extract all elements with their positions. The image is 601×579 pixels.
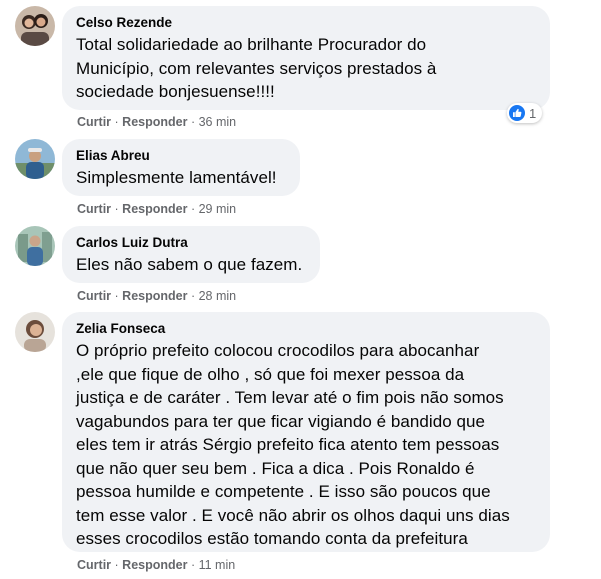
separator: · bbox=[190, 202, 196, 216]
separator: · bbox=[114, 115, 119, 129]
comment-author[interactable]: Celso Rezende bbox=[76, 14, 536, 31]
comment-bubble: Elias Abreu Simplesmente lamentável! bbox=[62, 139, 300, 196]
comment-bubble: Celso Rezende Total solidariedade ao bri… bbox=[62, 6, 550, 110]
like-button[interactable]: Curtir bbox=[77, 558, 111, 572]
timestamp[interactable]: 29 min bbox=[199, 202, 237, 216]
comment-author[interactable]: Zelia Fonseca bbox=[76, 320, 536, 337]
separator: · bbox=[190, 289, 196, 303]
reply-button[interactable]: Responder bbox=[122, 115, 187, 129]
separator: · bbox=[114, 202, 119, 216]
comment-actions: Curtir · Responder · 36 min bbox=[77, 115, 236, 129]
comment-author[interactable]: Carlos Luiz Dutra bbox=[76, 234, 306, 251]
reply-button[interactable]: Responder bbox=[122, 289, 187, 303]
like-icon bbox=[509, 105, 525, 121]
avatar[interactable] bbox=[15, 312, 55, 352]
separator: · bbox=[190, 558, 196, 572]
avatar[interactable] bbox=[15, 6, 55, 46]
comment-actions: Curtir · Responder · 28 min bbox=[77, 289, 236, 303]
reply-button[interactable]: Responder bbox=[122, 558, 187, 572]
comment-text: Simplesmente lamentável! bbox=[76, 168, 277, 187]
comment-actions: Curtir · Responder · 11 min bbox=[77, 558, 235, 572]
comment-actions: Curtir · Responder · 29 min bbox=[77, 202, 236, 216]
avatar[interactable] bbox=[15, 226, 55, 266]
separator: · bbox=[114, 558, 119, 572]
comment-bubble: Carlos Luiz Dutra Eles não sabem o que f… bbox=[62, 226, 320, 283]
comment-text: Eles não sabem o que fazem. bbox=[76, 255, 303, 274]
avatar[interactable] bbox=[15, 139, 55, 179]
comment-text: O próprio prefeito colocou crocodilos pa… bbox=[76, 341, 510, 548]
comment-author[interactable]: Elias Abreu bbox=[76, 147, 286, 164]
like-button[interactable]: Curtir bbox=[77, 289, 111, 303]
like-button[interactable]: Curtir bbox=[77, 202, 111, 216]
separator: · bbox=[114, 289, 119, 303]
reaction-count: 1 bbox=[529, 105, 537, 121]
timestamp[interactable]: 36 min bbox=[199, 115, 237, 129]
timestamp[interactable]: 11 min bbox=[199, 558, 236, 572]
reply-button[interactable]: Responder bbox=[122, 202, 187, 216]
like-button[interactable]: Curtir bbox=[77, 115, 111, 129]
timestamp[interactable]: 28 min bbox=[199, 289, 237, 303]
comment-bubble: Zelia Fonseca O próprio prefeito colocou… bbox=[62, 312, 550, 552]
reaction-summary[interactable]: 1 bbox=[507, 103, 543, 123]
separator: · bbox=[190, 115, 196, 129]
comment-text: Total solidariedade ao brilhante Procura… bbox=[76, 35, 437, 101]
